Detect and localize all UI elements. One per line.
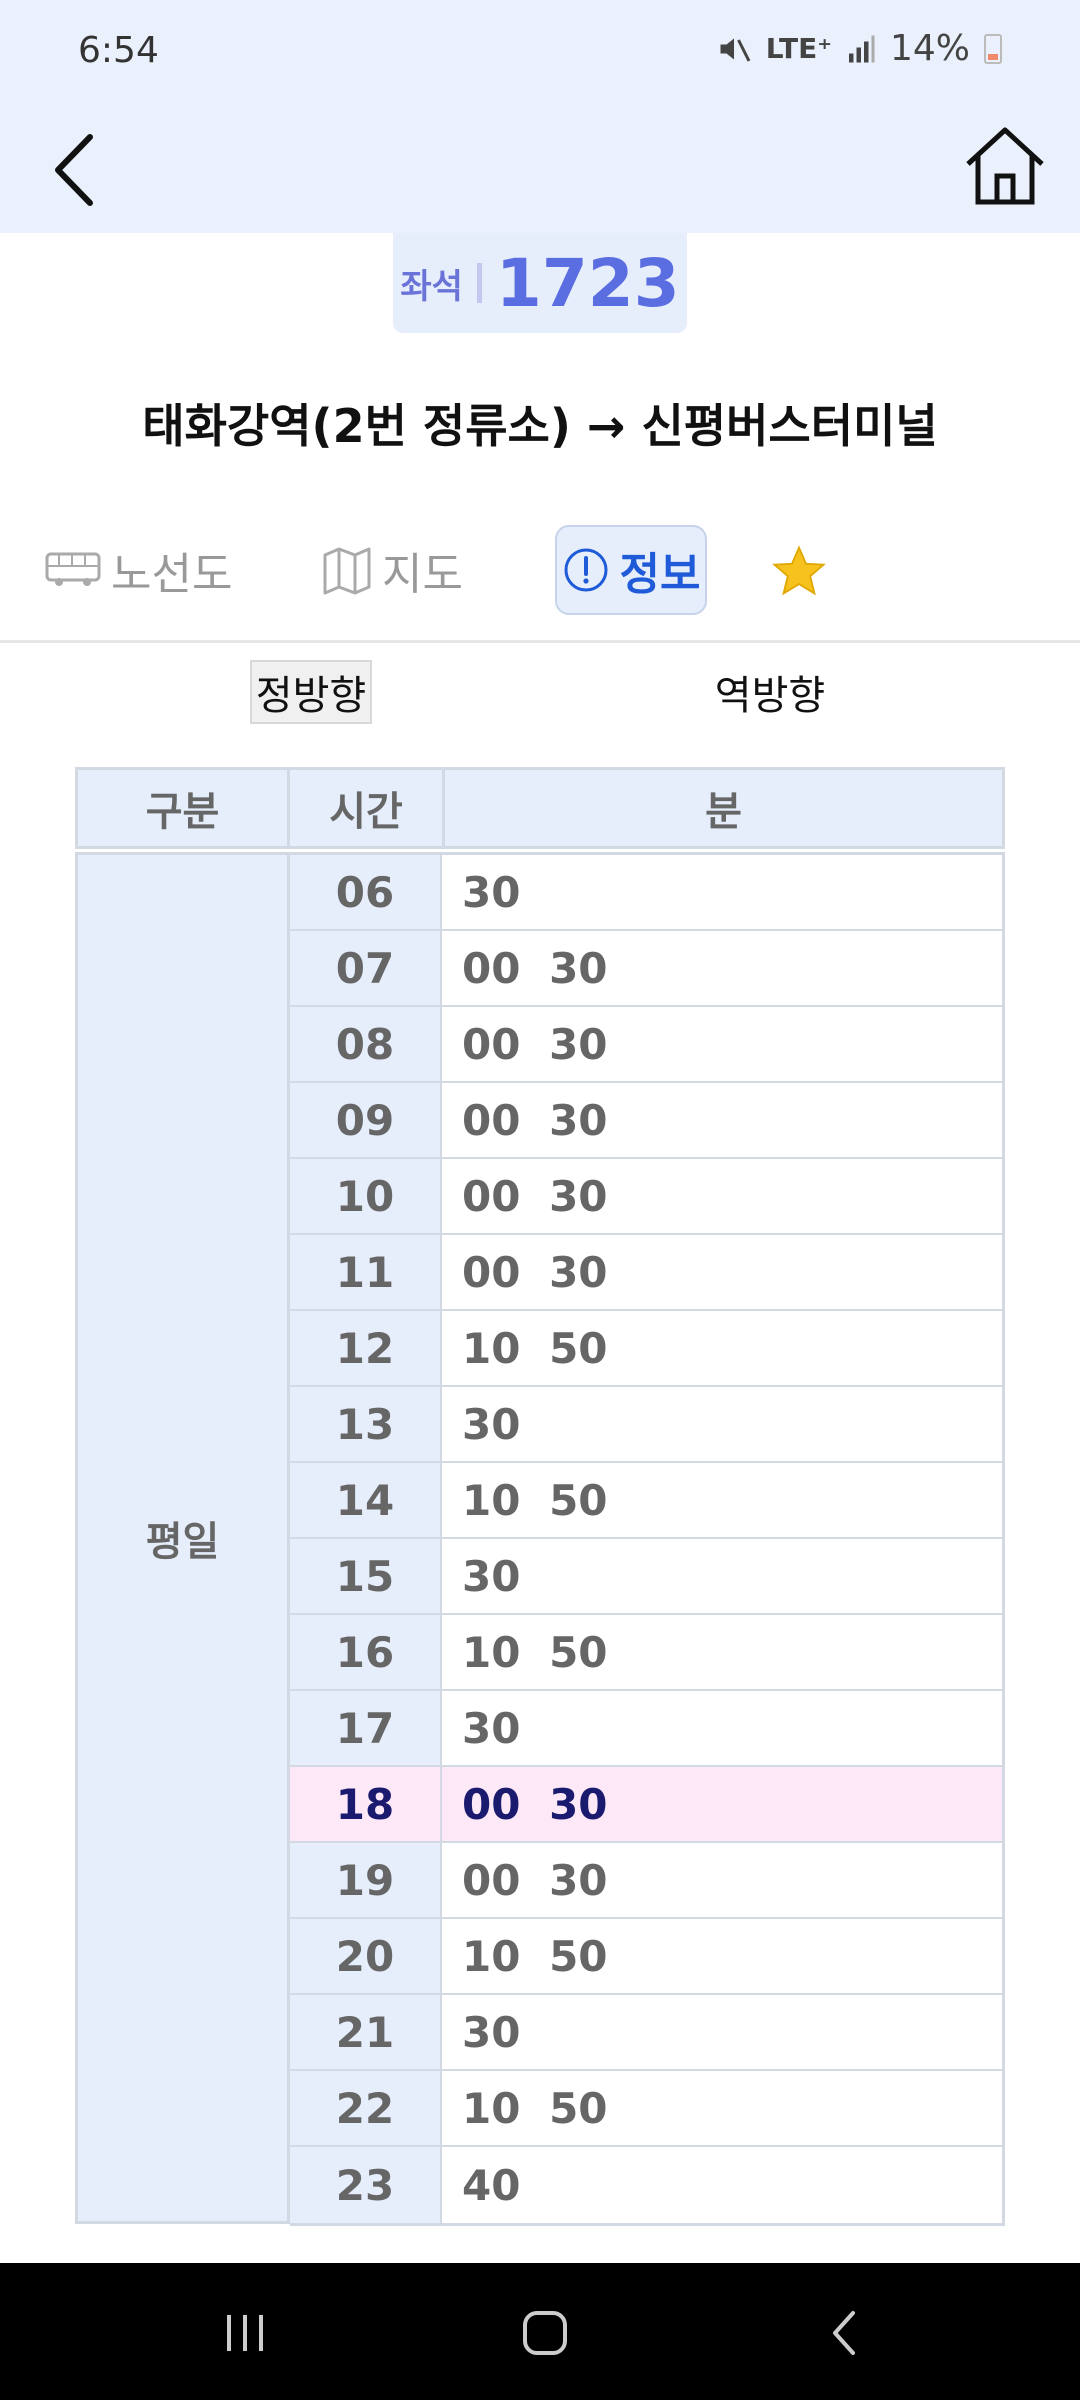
- hour-cell: 23: [290, 2147, 442, 2223]
- hour-cell: 20: [290, 1919, 442, 1993]
- table-row: 19 00 30: [290, 1843, 1002, 1919]
- info-icon: [564, 548, 608, 592]
- table-row: 10 00 30: [290, 1159, 1002, 1235]
- route-number: 1723: [495, 244, 680, 322]
- tab-map-label: 지도: [382, 549, 463, 600]
- mute-icon: [720, 38, 751, 62]
- table-row: 18 00 30: [290, 1767, 1002, 1843]
- badge-divider: [476, 263, 482, 303]
- minutes-cell: 00 30: [442, 1083, 1002, 1157]
- minutes-cell: 00 30: [442, 931, 1002, 1005]
- direction-forward-tab[interactable]: 정방향: [250, 660, 372, 724]
- system-nav-bar: [0, 2263, 1080, 2400]
- minutes-cell: 00 30: [442, 1235, 1002, 1309]
- timetable-rows: 06 30 07 00 30 08 00 30 09 00 30 10 00 30 11 00 30 1…: [290, 852, 1005, 2226]
- table-row: 07 00 30: [290, 931, 1002, 1007]
- minutes-cell: 30: [442, 1387, 1002, 1461]
- app-bar: [0, 110, 1080, 233]
- home-nav-icon[interactable]: [515, 2303, 575, 2363]
- table-row: 13 30: [290, 1387, 1002, 1463]
- hour-cell: 06: [290, 855, 442, 929]
- table-row: 23 40: [290, 2147, 1002, 2223]
- day-type-cell: 평일: [75, 852, 290, 2224]
- hour-cell: 09: [290, 1083, 442, 1157]
- favorite-star-icon[interactable]: [770, 543, 828, 599]
- header-hour: 시간: [290, 767, 445, 849]
- minutes-cell: 40: [442, 2147, 1002, 2223]
- table-row: 17 30: [290, 1691, 1002, 1767]
- hour-cell: 17: [290, 1691, 442, 1765]
- route-title: 태화강역(2번 정류소) → 신평버스터미널: [142, 399, 938, 453]
- tab-route-map-label: 노선도: [111, 549, 233, 600]
- table-row: 11 00 30: [290, 1235, 1002, 1311]
- minutes-cell: 10 50: [442, 1919, 1002, 1993]
- battery-icon: [984, 33, 1002, 64]
- timetable-header: 구분 시간 분: [75, 767, 1005, 849]
- minutes-cell: 30: [442, 1539, 1002, 1613]
- hour-cell: 16: [290, 1615, 442, 1689]
- hour-cell: 14: [290, 1463, 442, 1537]
- back-arrow-icon[interactable]: [40, 125, 110, 215]
- minutes-cell: 10 50: [442, 1615, 1002, 1689]
- hour-cell: 11: [290, 1235, 442, 1309]
- status-time: 6:54: [78, 30, 159, 71]
- table-row: 15 30: [290, 1539, 1002, 1615]
- route-badge: 좌석 1723: [393, 233, 687, 333]
- battery-percent: 14%: [889, 28, 970, 69]
- hour-cell: 10: [290, 1159, 442, 1233]
- tab-bar: 노선도 지도 정보: [0, 525, 1080, 615]
- recent-apps-icon[interactable]: [215, 2303, 275, 2363]
- minutes-cell: 30: [442, 1995, 1002, 2069]
- table-row: 06 30: [290, 855, 1002, 931]
- tab-info-label: 정보: [619, 549, 701, 600]
- minutes-cell: 10 50: [442, 1463, 1002, 1537]
- minutes-cell: 30: [442, 1691, 1002, 1765]
- minutes-cell: 30: [442, 855, 1002, 929]
- minutes-cell: 00 30: [442, 1843, 1002, 1917]
- direction-reverse-tab[interactable]: 역방향: [700, 660, 840, 724]
- hour-cell: 21: [290, 1995, 442, 2069]
- timetable-body: 평일 06 30 07 00 30 08 00 30 09 00 30 10 00 30 11 00 …: [75, 852, 1005, 2226]
- table-row: 22 10 50: [290, 2071, 1002, 2147]
- minutes-cell: 00 30: [442, 1159, 1002, 1233]
- table-row: 08 00 30: [290, 1007, 1002, 1083]
- hour-cell: 08: [290, 1007, 442, 1081]
- tab-map[interactable]: 지도: [322, 525, 463, 615]
- table-row: 14 10 50: [290, 1463, 1002, 1539]
- back-nav-icon[interactable]: [815, 2303, 875, 2363]
- status-icons: LTE⁺ 14%: [716, 28, 1002, 69]
- timetable: 구분 시간 분 평일 06 30 07 00 30 08 00 30 09 00 30 10 00…: [75, 767, 1005, 2226]
- header-minute: 분: [445, 767, 1005, 849]
- hour-cell: 12: [290, 1311, 442, 1385]
- minutes-cell: 00 30: [442, 1767, 1002, 1841]
- map-icon: [323, 547, 371, 595]
- bus-icon: [45, 552, 101, 586]
- table-row: 12 10 50: [290, 1311, 1002, 1387]
- section-divider: [0, 640, 1080, 643]
- hour-cell: 15: [290, 1539, 442, 1613]
- table-row: 16 10 50: [290, 1615, 1002, 1691]
- tab-info[interactable]: 정보: [555, 525, 707, 615]
- home-icon[interactable]: [960, 120, 1050, 210]
- tab-route-map[interactable]: 노선도: [45, 525, 232, 615]
- hour-cell: 22: [290, 2071, 442, 2145]
- hour-cell: 19: [290, 1843, 442, 1917]
- table-row: 20 10 50: [290, 1919, 1002, 1995]
- network-type: LTE⁺: [765, 32, 832, 65]
- minutes-cell: 10 50: [442, 2071, 1002, 2145]
- hour-cell: 18: [290, 1767, 442, 1841]
- signal-icon: [848, 35, 875, 62]
- seat-type-label: 좌석: [400, 266, 463, 307]
- table-row: 09 00 30: [290, 1083, 1002, 1159]
- header-category: 구분: [75, 767, 290, 849]
- hour-cell: 07: [290, 931, 442, 1005]
- status-bar: 6:54 LTE⁺ 14%: [0, 0, 1080, 110]
- hour-cell: 13: [290, 1387, 442, 1461]
- table-row: 21 30: [290, 1995, 1002, 2071]
- minutes-cell: 00 30: [442, 1007, 1002, 1081]
- minutes-cell: 10 50: [442, 1311, 1002, 1385]
